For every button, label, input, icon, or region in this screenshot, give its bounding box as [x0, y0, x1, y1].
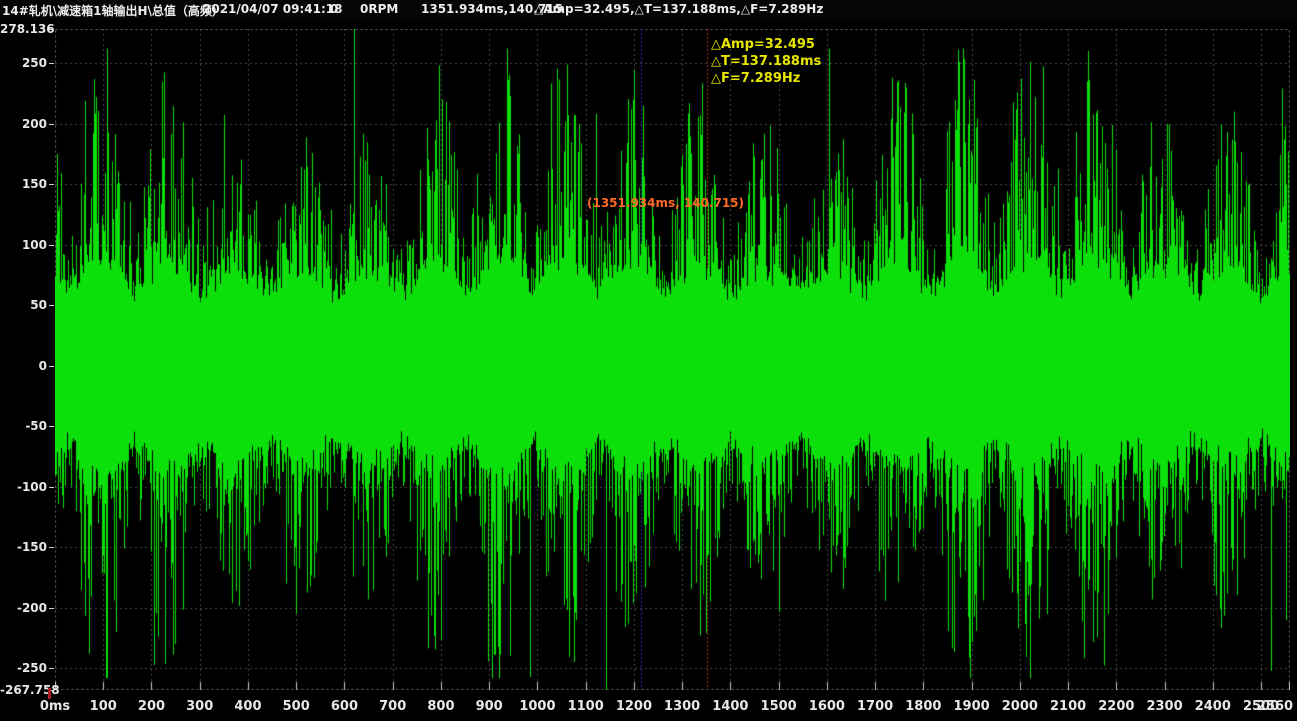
- y-tick-label: -200: [0, 602, 47, 614]
- y-tick-mark: [49, 426, 54, 427]
- x-tick-label: 1000: [515, 699, 559, 714]
- delta-annotation-block: △Amp=32.495 △T=137.188ms △F=7.289Hz: [711, 36, 821, 87]
- x-tick-label: 900: [467, 699, 511, 714]
- x-tick-label: 2560: [1253, 699, 1297, 714]
- y-tick-label: -250: [0, 662, 47, 674]
- timestamp-label: 2021/04/07 09:41:18: [203, 2, 342, 16]
- rpm-label: 0RPM: [360, 2, 398, 16]
- x-tick-label: 1300: [660, 699, 704, 714]
- x-tick-label: 2100: [1046, 699, 1090, 714]
- x-tick-label: 1200: [612, 699, 656, 714]
- x-tick-label: 400: [226, 699, 270, 714]
- counter-label: 0: [330, 2, 338, 16]
- x-tick-label: 1100: [564, 699, 608, 714]
- y-tick-label: 250: [0, 57, 47, 69]
- y-tick-mark: [49, 245, 54, 246]
- channel-path-label: 14#轧机\减速箱1轴输出H\总值（高频）: [2, 2, 224, 19]
- y-tick-mark: [49, 184, 54, 185]
- y-tick-mark: [49, 124, 54, 125]
- waveform-plot-area[interactable]: [55, 29, 1290, 690]
- x-tick-label: 800: [419, 699, 463, 714]
- x-tick-label: 0ms: [33, 699, 77, 714]
- x-tick-label: 1800: [901, 699, 945, 714]
- x-tick-label: 500: [274, 699, 318, 714]
- delta-t-label: △T=137.188ms: [711, 53, 821, 70]
- cursor-point-label: (1351.934ms, 140.715): [587, 196, 744, 210]
- y-tick-label: 150: [0, 178, 47, 190]
- delta-readout-label: △Amp=32.495,△T=137.188ms,△F=7.289Hz: [534, 2, 823, 16]
- y-tick-mark: [49, 547, 54, 548]
- y-tick-label: 278.136: [0, 23, 47, 35]
- y-tick-mark: [49, 366, 54, 367]
- status-header-bar: 14#轧机\减速箱1轴输出H\总值（高频） 2021/04/07 09:41:1…: [0, 0, 1297, 19]
- y-tick-label: -100: [0, 481, 47, 493]
- y-tick-label: 0: [0, 360, 47, 372]
- y-tick-label: -50: [0, 420, 47, 432]
- x-tick-label: 100: [81, 699, 125, 714]
- waveform-canvas[interactable]: [55, 29, 1290, 690]
- y-tick-label: 50: [0, 299, 47, 311]
- x-tick-label: 1700: [853, 699, 897, 714]
- y-tick-mark: [49, 305, 54, 306]
- y-tick-label: -267.758: [0, 684, 47, 696]
- y-tick-label: 100: [0, 239, 47, 251]
- y-tick-mark: [49, 668, 54, 669]
- y-tick-mark: [49, 63, 54, 64]
- x-tick-label: 200: [129, 699, 173, 714]
- delta-f-label: △F=7.289Hz: [711, 70, 821, 87]
- x-tick-label: 1600: [805, 699, 849, 714]
- x-tick-label: 1400: [708, 699, 752, 714]
- axis-corner-cursor-marker: [48, 688, 51, 699]
- y-tick-mark: [49, 29, 54, 30]
- y-tick-mark: [49, 608, 54, 609]
- x-tick-label: 2400: [1191, 699, 1235, 714]
- x-tick-label: 2300: [1143, 699, 1187, 714]
- y-tick-label: 200: [0, 118, 47, 130]
- vibration-analysis-window: 14#轧机\减速箱1轴输出H\总值（高频） 2021/04/07 09:41:1…: [0, 0, 1297, 721]
- x-tick-label: 600: [322, 699, 366, 714]
- x-tick-label: 2000: [998, 699, 1042, 714]
- x-tick-label: 300: [178, 699, 222, 714]
- x-tick-label: 1900: [950, 699, 994, 714]
- y-tick-label: -150: [0, 541, 47, 553]
- x-tick-label: 1500: [757, 699, 801, 714]
- delta-amp-label: △Amp=32.495: [711, 36, 821, 53]
- x-tick-label: 700: [371, 699, 415, 714]
- y-tick-mark: [49, 487, 54, 488]
- x-tick-label: 2200: [1094, 699, 1138, 714]
